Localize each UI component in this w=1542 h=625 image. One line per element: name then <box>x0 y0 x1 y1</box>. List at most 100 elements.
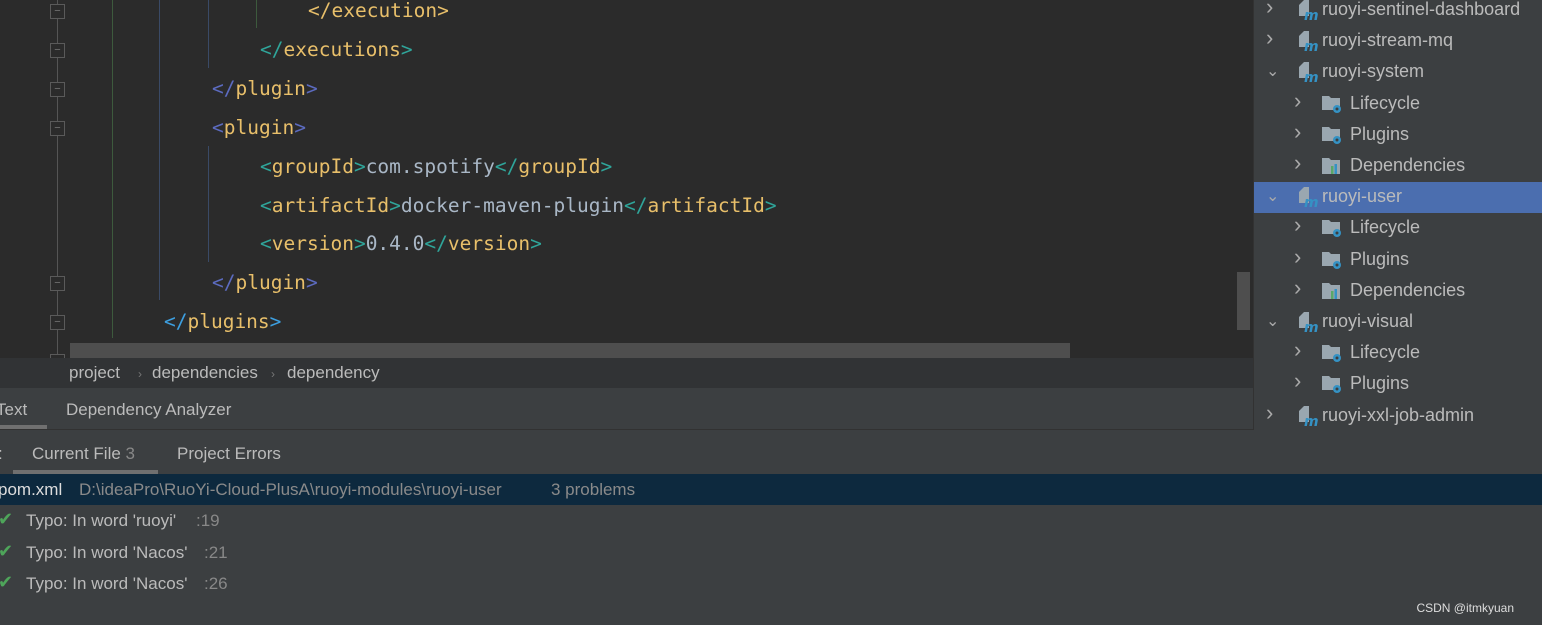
maven-tree-item[interactable]: ⌄ m ruoyi-visual <box>1254 307 1542 338</box>
code-line: </execution> <box>308 0 449 22</box>
svg-text:m: m <box>1304 414 1318 427</box>
tree-item-label: Dependencies <box>1350 279 1466 300</box>
chevron-down-icon[interactable]: ⌄ <box>1266 311 1279 331</box>
tab-current-file[interactable]: Current File 3 <box>32 444 135 464</box>
tree-item-label: Lifecycle <box>1350 342 1421 363</box>
fold-marker-icon[interactable]: − <box>50 276 65 292</box>
breadcrumb-dependencies[interactable]: dependencies <box>152 363 258 383</box>
tree-item-label: ruoyi-sentinel-dashboard <box>1322 0 1521 19</box>
svg-text:m: m <box>1304 195 1318 208</box>
tree-item-label: ruoyi-visual <box>1322 311 1414 331</box>
maven-tree-item[interactable]: › Dependencies <box>1254 275 1542 307</box>
active-tab-indicator <box>0 425 47 429</box>
problems-tabs: : Current File 3 Project Errors <box>0 431 1542 474</box>
fold-marker-icon[interactable]: − <box>50 120 65 136</box>
tree-item-label: Lifecycle <box>1350 217 1421 238</box>
problems-tab-prefix: : <box>0 444 3 464</box>
tree-item-label: ruoyi-xxl-job-admin <box>1322 404 1475 425</box>
code-line: </plugin> <box>212 76 318 100</box>
problem-row[interactable]: ✔ Typo: In word 'Nacos':21 <box>0 537 1542 568</box>
maven-tree-item[interactable]: › Lifecycle <box>1254 88 1542 120</box>
problem-count: 3 problems <box>551 480 636 499</box>
maven-tree-item[interactable]: › Dependencies <box>1254 150 1542 182</box>
tree-item-label: Dependencies <box>1350 155 1466 175</box>
svg-text:m: m <box>1304 70 1318 83</box>
tree-item-label: Plugins <box>1350 373 1410 394</box>
code-editor[interactable]: </execution> − </executions> − </plugin> − <pl… <box>0 0 1253 358</box>
lifecycle-folder-icon <box>1321 342 1343 364</box>
chevron-right-icon[interactable]: › <box>1294 368 1301 394</box>
problems-list: pom.xml D:\ideaPro\RuoYi-Cloud-PlusA\ruo… <box>0 474 1542 625</box>
problem-line: :26 <box>204 574 228 593</box>
chevron-right-icon[interactable]: › <box>1266 400 1273 426</box>
typo-check-icon: ✔ <box>0 540 14 561</box>
chevron-right-icon[interactable]: › <box>1266 0 1273 20</box>
chevron-down-icon[interactable]: ⌄ <box>1266 186 1279 206</box>
fold-marker-icon[interactable]: − <box>50 4 65 19</box>
problem-text: Typo: In word 'Nacos' <box>26 574 188 593</box>
maven-tree-item[interactable]: ⌄ m ruoyi-user <box>1254 182 1542 214</box>
fold-marker-icon[interactable]: − <box>50 81 65 97</box>
fold-marker-icon[interactable]: − <box>50 315 65 331</box>
maven-module-icon: m <box>1296 61 1319 86</box>
problem-row[interactable]: ✔ Typo: In word 'Nacos' :26 <box>0 568 1542 599</box>
maven-tree-item[interactable]: › m ruoyi-xxl-job-admin <box>1254 400 1542 432</box>
maven-module-icon: m <box>1296 186 1319 211</box>
tab-project-errors[interactable]: Project Errors <box>177 444 281 464</box>
problem-row[interactable]: ✔ Typo: In word 'ruoyi':19 <box>0 505 1542 536</box>
maven-module-icon: m <box>1296 311 1319 336</box>
file-path: D:\ideaPro\RuoYi-Cloud-PlusA\ruoyi-modul… <box>79 480 502 499</box>
chevron-right-icon[interactable]: › <box>1294 150 1301 176</box>
horizontal-scrollbar[interactable] <box>70 343 1070 358</box>
maven-tree-item[interactable]: › m ruoyi-stream-mq <box>1254 25 1542 57</box>
tab-text[interactable]: Text <box>0 400 27 420</box>
chevron-right-icon[interactable]: › <box>1294 244 1301 270</box>
maven-tree-item[interactable]: › Lifecycle <box>1254 212 1542 244</box>
problem-file-row[interactable]: pom.xml D:\ideaPro\RuoYi-Cloud-PlusA\ruo… <box>0 474 1542 505</box>
tree-item-label: Lifecycle <box>1350 92 1421 113</box>
maven-tool-window: › m ruoyi-sentinel-dashboard › m ruoyi-stream… <box>1253 0 1542 430</box>
maven-module-icon: m <box>1296 30 1319 55</box>
chevron-right-icon[interactable]: › <box>1266 25 1273 51</box>
chevron-right-icon[interactable]: › <box>1294 88 1301 114</box>
problem-count-badge: 3 <box>125 444 136 463</box>
indent-guide <box>159 0 160 300</box>
lifecycle-folder-icon <box>1321 93 1343 115</box>
plugins-folder-icon <box>1321 249 1343 271</box>
maven-tree-item[interactable]: › Plugins <box>1254 368 1542 400</box>
chevron-down-icon[interactable]: ⌄ <box>1266 61 1279 81</box>
chevron-right-icon[interactable]: › <box>1294 212 1301 238</box>
typo-check-icon: ✔ <box>0 509 14 529</box>
maven-module-icon: m <box>1296 405 1319 430</box>
tab-dependency-analyzer[interactable]: Dependency Analyzer <box>66 400 231 420</box>
chevron-right-icon[interactable]: › <box>1294 119 1301 145</box>
chevron-right-icon[interactable]: › <box>1294 337 1301 363</box>
vertical-scrollbar[interactable] <box>1237 272 1250 330</box>
chevron-right-icon[interactable]: › <box>1294 275 1301 301</box>
tab-current-file-label: Current File <box>32 444 121 463</box>
indent-guide <box>208 146 209 262</box>
problem-text: Typo: In word 'Nacos' <box>26 542 188 562</box>
breadcrumb-project[interactable]: project <box>69 363 120 383</box>
problem-line: :19 <box>196 511 220 530</box>
breadcrumb-dependency[interactable]: dependency <box>287 363 380 383</box>
tree-item-label: ruoyi-system <box>1322 61 1425 82</box>
dependencies-icon <box>1321 155 1343 177</box>
maven-tree-item[interactable]: › Lifecycle <box>1254 337 1542 369</box>
code-line: </executions> <box>260 37 413 61</box>
lifecycle-folder-icon <box>1321 217 1343 239</box>
file-name: pom.xml <box>0 480 63 499</box>
maven-tree-item[interactable]: › m ruoyi-sentinel-dashboard <box>1254 0 1542 26</box>
indent-guide <box>112 0 113 338</box>
maven-tree-item[interactable]: ⌄ m ruoyi-system <box>1254 57 1542 88</box>
dependencies-icon <box>1321 280 1343 302</box>
maven-tree-item[interactable]: › Plugins <box>1254 244 1542 276</box>
fold-marker-icon[interactable]: − <box>50 42 65 58</box>
svg-text:m: m <box>1304 39 1318 52</box>
maven-tree-item[interactable]: › Plugins <box>1254 119 1542 151</box>
plugins-folder-icon <box>1321 124 1343 146</box>
breadcrumb-separator: › <box>271 367 275 381</box>
svg-text:m: m <box>1304 8 1318 21</box>
typo-check-icon: ✔ <box>0 572 14 592</box>
code-line: <version>0.4.0</version> <box>260 232 542 256</box>
